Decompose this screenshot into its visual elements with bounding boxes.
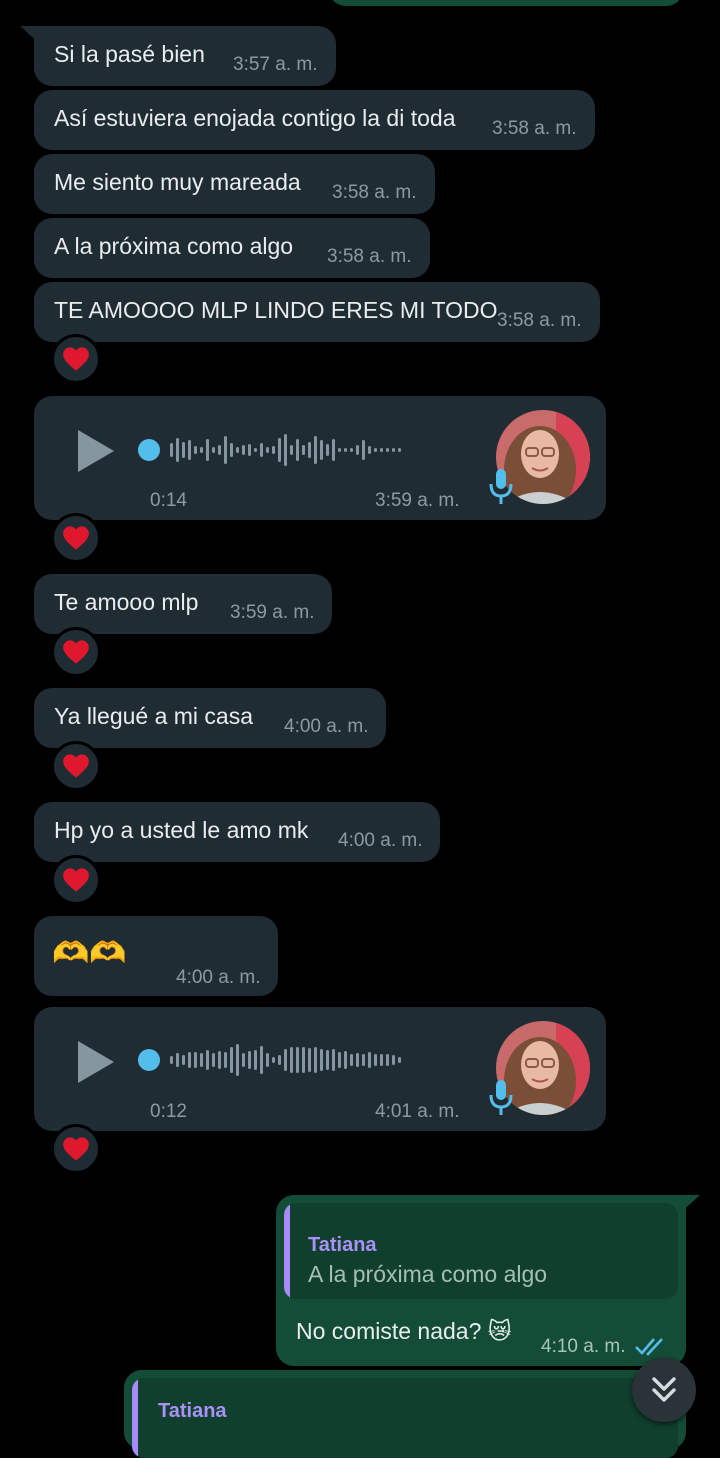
incoming-message[interactable]: Me siento muy mareada 3:58 a. m. [34,154,435,214]
voice-message[interactable]: 0:14 3:59 a. m. [34,396,606,520]
message-time: 3:58 a. m. [332,182,417,203]
incoming-message[interactable]: A la próxima como algo 3:58 a. m. [34,218,430,278]
play-icon[interactable] [76,1039,116,1085]
outgoing-message[interactable]: Tatiana A la próxima como algo No comist… [276,1195,686,1366]
incoming-message[interactable]: Te amooo mlp 3:59 a. m. [34,574,332,634]
previous-outgoing-bubble[interactable] [328,0,684,6]
scroll-to-bottom-button[interactable] [632,1358,696,1422]
playback-progress-dot[interactable] [138,439,160,461]
double-check-icon [635,1338,663,1356]
heart-reaction[interactable] [51,627,101,677]
mic-icon [489,469,513,504]
heart-icon [63,347,89,371]
message-text: Me siento muy mareada [54,169,301,195]
message-text: Ya llegué a mi casa [54,703,254,729]
incoming-message[interactable]: Ya llegué a mi casa 4:00 a. m. [34,688,386,748]
bubble-tail [20,26,40,44]
message-text: Si la pasé bien [54,41,205,67]
heart-icon [63,1137,89,1161]
message-text: Te amooo mlp [54,589,199,615]
heart-reaction[interactable] [51,1124,101,1174]
emoji-text: 🫶🫶 [52,937,127,970]
message-time: 3:58 a. m. [492,118,577,139]
heart-icon [63,868,89,892]
incoming-message[interactable]: TE AMOOOO MLP LINDO ERES MI TODO 3:58 a.… [34,282,600,342]
quote-accent-bar [284,1203,290,1299]
message-time: 3:59 a. m. [375,490,460,511]
message-text: No comiste nada? 😿 [296,1318,512,1344]
message-text: TE AMOOOO MLP LINDO ERES MI TODO [54,297,498,323]
message-time: 4:01 a. m. [375,1101,460,1122]
audio-waveform[interactable] [170,432,404,468]
message-time: 4:00 a. m. [284,716,369,737]
quoted-message[interactable]: Tatiana [132,1378,678,1458]
quote-accent-bar [132,1378,138,1458]
quoted-message[interactable]: Tatiana A la próxima como algo [284,1203,678,1299]
message-text: Así estuviera enojada contigo la di toda [54,105,456,131]
heart-reaction[interactable] [51,741,101,791]
incoming-message[interactable]: Si la pasé bien 3:57 a. m. [34,26,336,86]
double-chevron-down-icon [652,1377,676,1402]
play-icon[interactable] [76,428,116,474]
message-time: 4:00 a. m. [338,830,423,851]
incoming-message[interactable]: 🫶🫶 4:00 a. m. [34,916,278,996]
message-time: 4:00 a. m. [176,967,261,988]
voice-duration: 0:12 [150,1101,187,1122]
voice-message[interactable]: 0:12 4:01 a. m. [34,1007,606,1131]
heart-reaction[interactable] [51,334,101,384]
incoming-message[interactable]: Hp yo a usted le amo mk 4:00 a. m. [34,802,440,862]
message-text: A la próxima como algo [54,233,294,259]
outgoing-message[interactable]: Tatiana [124,1370,686,1458]
heart-icon [63,640,89,664]
message-time: 3:58 a. m. [497,310,582,331]
audio-waveform[interactable] [170,1042,404,1078]
heart-reaction[interactable] [51,855,101,905]
playback-progress-dot[interactable] [138,1049,160,1071]
message-time: 4:10 a. m. [541,1336,626,1357]
quote-author: Tatiana [308,1234,377,1256]
quote-author: Tatiana [158,1400,227,1422]
mic-icon [489,1080,513,1115]
message-time: 3:57 a. m. [233,54,318,75]
incoming-message[interactable]: Así estuviera enojada contigo la di toda… [34,90,595,150]
message-time: 3:59 a. m. [230,602,315,623]
message-time: 3:58 a. m. [327,246,412,267]
quote-text: A la próxima como algo [308,1261,548,1287]
voice-duration: 0:14 [150,490,187,511]
bubble-tail [680,1195,700,1213]
message-text: Hp yo a usted le amo mk [54,817,309,843]
heart-icon [63,526,89,550]
heart-icon [63,754,89,778]
heart-reaction[interactable] [51,513,101,563]
